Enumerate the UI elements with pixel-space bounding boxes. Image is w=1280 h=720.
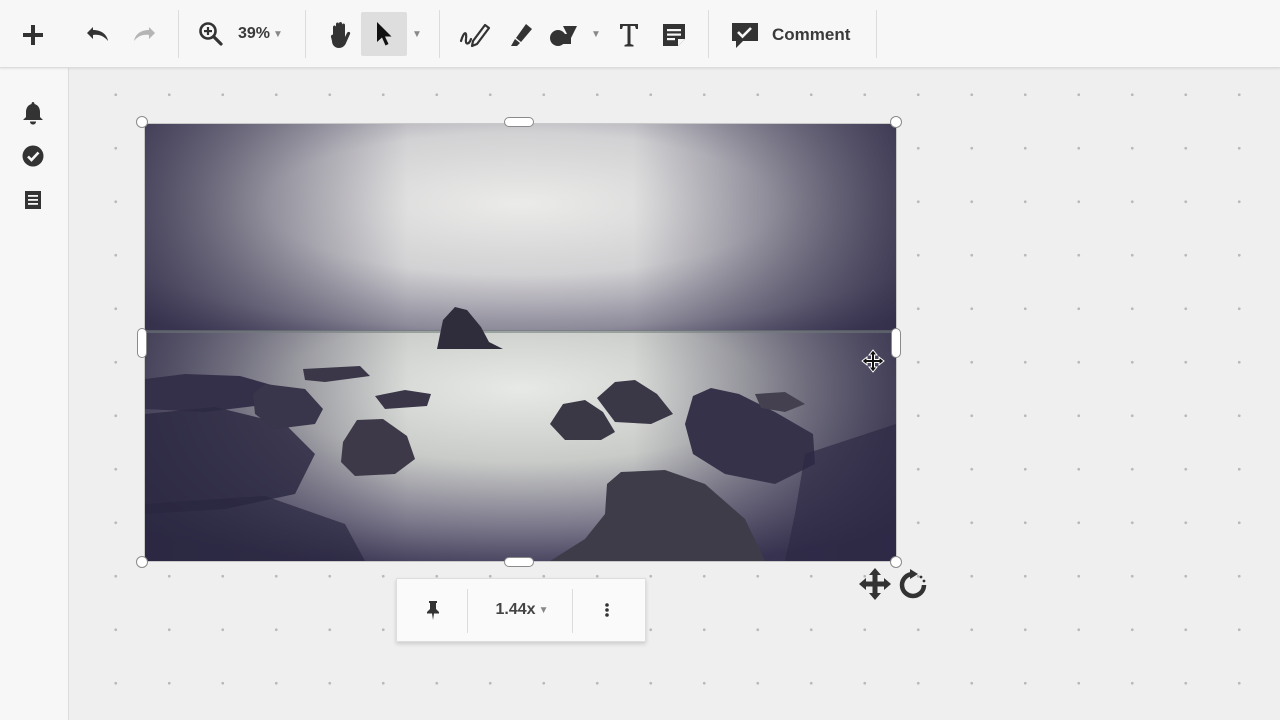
text-icon <box>620 24 638 47</box>
comment-label: Comment <box>772 25 851 44</box>
select-tool-menu-button[interactable]: ▼ <box>410 26 424 42</box>
move-cursor-icon <box>861 349 885 373</box>
rotate-icon <box>899 569 927 599</box>
more-vertical-icon <box>605 603 609 617</box>
plus-icon <box>23 25 43 45</box>
toolbar-divider <box>876 10 877 58</box>
check-circle-icon <box>22 145 44 167</box>
marker-tool-button[interactable] <box>505 20 535 50</box>
toolbar-divider <box>439 10 440 58</box>
undo-icon <box>87 27 108 41</box>
toolbar-divider <box>708 10 709 58</box>
comment-icon <box>732 23 758 48</box>
toolbar-divider <box>467 589 468 633</box>
list-icon <box>25 191 41 209</box>
resize-handle-top-right[interactable] <box>890 116 902 128</box>
pen-tool-button[interactable] <box>458 20 492 50</box>
image-context-toolbar: 1.44x ▼ <box>396 578 646 642</box>
pin-button[interactable] <box>419 597 447 623</box>
resize-handle-bottom-left[interactable] <box>136 556 148 568</box>
chevron-down-icon: ▼ <box>412 28 422 40</box>
resize-handle-left[interactable] <box>137 328 147 358</box>
canvas-image[interactable] <box>144 123 897 562</box>
resize-handle-right[interactable] <box>891 328 901 358</box>
notifications-button[interactable] <box>22 102 44 125</box>
top-toolbar: 39% ▼ ▼ ▼ Comment <box>0 0 1280 68</box>
resize-handle-top[interactable] <box>504 117 534 127</box>
rotate-handle[interactable] <box>897 569 929 601</box>
scale-value: 1.44x <box>495 601 536 618</box>
move-cursor <box>861 349 885 373</box>
move-icon <box>859 568 891 600</box>
chevron-down-icon: ▼ <box>273 28 283 40</box>
left-sidebar <box>0 68 69 720</box>
zoom-value: 39% <box>238 25 271 42</box>
bell-icon <box>23 102 43 125</box>
chevron-down-icon: ▼ <box>591 28 601 40</box>
select-tool-button[interactable] <box>361 12 407 56</box>
shapes-tool-menu-button[interactable]: ▼ <box>589 26 603 42</box>
hand-tool-button[interactable] <box>324 20 356 50</box>
scale-control[interactable]: 1.44x ▼ <box>479 597 565 623</box>
toolbar-divider <box>305 10 306 58</box>
list-button[interactable] <box>22 189 44 211</box>
marker-icon <box>511 24 532 46</box>
note-icon <box>663 24 685 46</box>
toolbar-divider <box>572 589 573 633</box>
zoom-in-icon <box>199 22 223 46</box>
toolbar-divider <box>178 10 179 58</box>
shapes-tool-button[interactable] <box>548 20 580 50</box>
cursor-arrow-icon <box>377 22 392 46</box>
note-tool-button[interactable] <box>658 20 690 50</box>
add-button[interactable] <box>20 22 46 48</box>
pen-icon <box>459 23 491 48</box>
zoom-control[interactable]: 39% ▼ <box>198 18 292 50</box>
hand-icon <box>330 22 351 48</box>
more-options-button[interactable] <box>595 597 619 623</box>
shapes-icon <box>550 26 577 46</box>
seascape-photo <box>145 124 896 561</box>
undo-button[interactable] <box>84 22 112 48</box>
comment-button[interactable]: Comment <box>730 18 860 52</box>
move-handle[interactable] <box>858 567 892 601</box>
resize-handle-bottom[interactable] <box>504 557 534 567</box>
chevron-down-icon: ▼ <box>538 604 549 616</box>
resize-handle-top-left[interactable] <box>136 116 148 128</box>
pin-icon <box>427 601 439 620</box>
text-tool-button[interactable] <box>614 20 644 50</box>
redo-icon <box>134 27 155 41</box>
redo-button[interactable] <box>130 22 158 48</box>
tasks-button[interactable] <box>22 145 44 167</box>
